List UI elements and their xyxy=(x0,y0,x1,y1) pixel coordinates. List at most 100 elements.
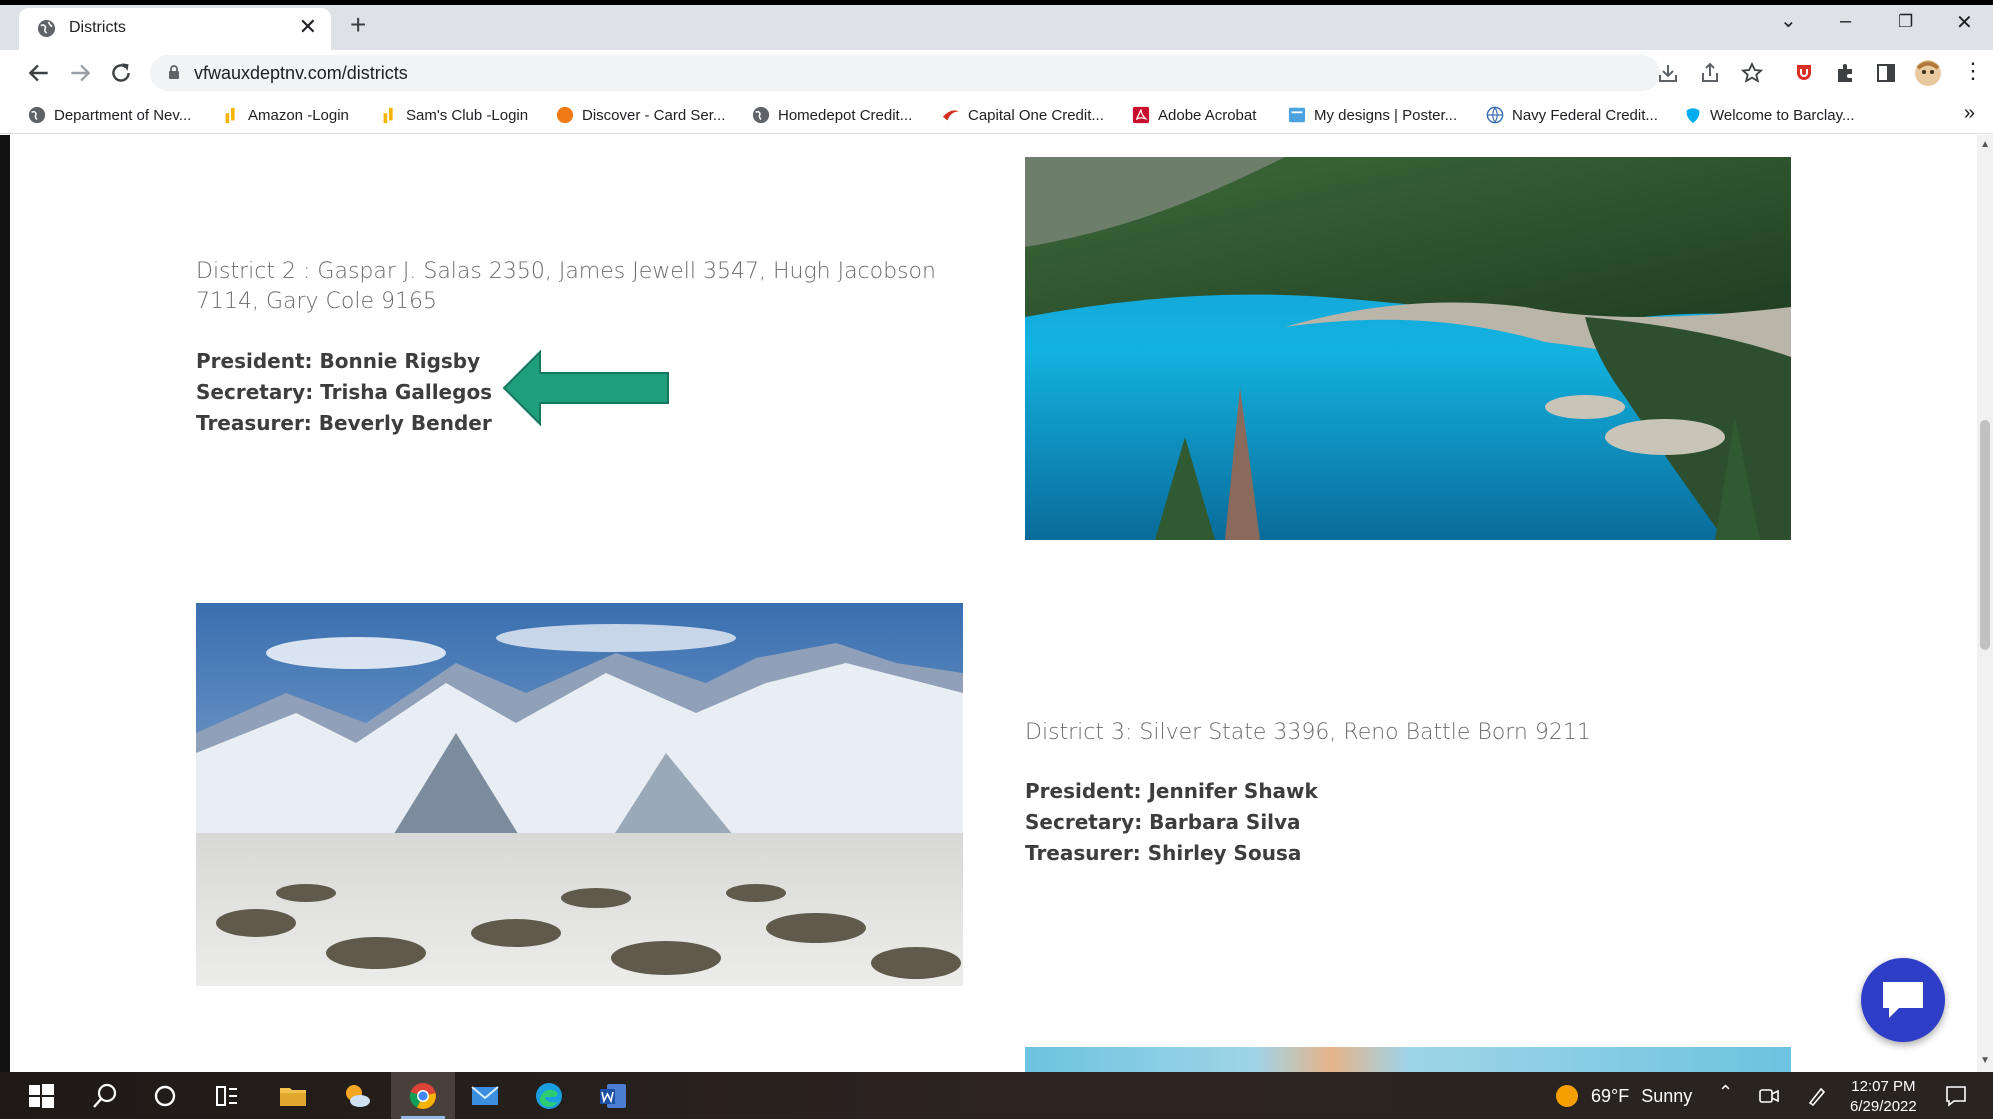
bookmark-label: Sam's Club -Login xyxy=(406,106,529,124)
install-app-icon[interactable] xyxy=(1656,61,1680,85)
district-2-officers: President: Bonnie Rigsby Secretary: Tris… xyxy=(196,346,492,439)
bookmark-capital-one[interactable]: Capital One Credit... xyxy=(942,104,1104,126)
district-2-secretary: Secretary: Trisha Gallegos xyxy=(196,380,493,404)
cortana-icon[interactable] xyxy=(150,1081,180,1111)
side-panel-icon[interactable] xyxy=(1874,61,1898,85)
tab-close-icon[interactable]: ✕ xyxy=(299,16,317,38)
bookmark-label: Adobe Acrobat xyxy=(1158,106,1257,124)
pen-icon[interactable] xyxy=(1806,1085,1828,1107)
clock-date: 6/29/2022 xyxy=(1850,1098,1917,1115)
meet-now-icon[interactable] xyxy=(1758,1085,1780,1107)
page-scrollbar[interactable]: ▲ ▼ xyxy=(1977,135,1993,1072)
samsclub-bar-icon xyxy=(383,107,393,124)
word-icon[interactable] xyxy=(598,1081,628,1111)
globe-icon xyxy=(752,106,770,124)
barclays-icon xyxy=(1686,108,1700,124)
bookmark-homedepot[interactable]: Homedepot Credit... xyxy=(752,104,912,126)
district-3-treasurer: Treasurer: Shirley Sousa xyxy=(1025,841,1302,865)
globe-icon xyxy=(37,19,56,38)
sun-icon xyxy=(1556,1085,1578,1107)
bookmark-label: My designs | Poster... xyxy=(1314,106,1458,124)
new-tab-icon[interactable]: + xyxy=(350,11,366,39)
system-clock[interactable]: 12:07 PM 6/29/2022 xyxy=(1850,1077,1917,1117)
extension-shield-icon[interactable] xyxy=(1792,61,1816,85)
edge-icon[interactable] xyxy=(534,1081,564,1111)
tab-strip: Districts ✕ + ⌄ – ❐ ✕ xyxy=(0,0,1993,50)
bookmark-star-icon[interactable] xyxy=(1740,61,1764,85)
extensions-puzzle-icon[interactable] xyxy=(1834,61,1858,85)
lock-icon[interactable] xyxy=(168,65,180,79)
bookmark-navy-federal[interactable]: Navy Federal Credit... xyxy=(1486,104,1658,126)
clock-time: 12:07 PM xyxy=(1851,1078,1916,1095)
tab-districts[interactable]: Districts ✕ xyxy=(19,8,331,50)
task-view-icon[interactable] xyxy=(212,1081,242,1111)
bookmark-barclays[interactable]: Welcome to Barclay... xyxy=(1684,104,1855,126)
minimize-icon[interactable]: – xyxy=(1840,10,1851,33)
notifications-icon[interactable] xyxy=(1944,1084,1968,1108)
chevron-up-icon[interactable]: ⌃ xyxy=(1718,1082,1733,1103)
chat-bubble-icon xyxy=(1883,982,1923,1018)
bookmark-label: Amazon -Login xyxy=(248,106,349,124)
url-text[interactable]: vfwauxdeptnv.com/districts xyxy=(194,63,408,84)
next-district-photo xyxy=(1025,1047,1791,1072)
district-2-president: President: Bonnie Rigsby xyxy=(196,349,481,373)
bookmark-label: Homedepot Credit... xyxy=(778,106,913,124)
bookmark-label: Capital One Credit... xyxy=(968,106,1104,124)
bookmarks-overflow-icon[interactable]: » xyxy=(1964,102,1975,125)
weather-desc: Sunny xyxy=(1641,1085,1693,1106)
weather-app-icon[interactable] xyxy=(342,1081,372,1111)
acrobat-icon xyxy=(1132,106,1150,124)
window-left-edge xyxy=(0,135,10,1072)
back-icon[interactable] xyxy=(26,60,52,86)
reload-icon[interactable] xyxy=(108,60,134,86)
district-3-secretary: Secretary: Barbara Silva xyxy=(1025,810,1301,834)
bookmarks-bar: Department of Nev... Amazon -Login Sam's… xyxy=(0,96,1993,134)
windows-taskbar: 69°F Sunny ⌃ 12:07 PM 6/29/2022 xyxy=(0,1072,1993,1119)
bookmark-department-of-nevada[interactable]: Department of Nev... xyxy=(28,104,191,126)
restore-icon[interactable]: ❐ xyxy=(1898,12,1913,32)
close-window-icon[interactable]: ✕ xyxy=(1956,10,1973,35)
file-explorer-icon[interactable] xyxy=(278,1081,308,1111)
bookmark-adobe-acrobat[interactable]: Adobe Acrobat xyxy=(1132,104,1256,126)
bookmark-discover[interactable]: Discover - Card Ser... xyxy=(556,104,725,126)
globe-icon xyxy=(1486,106,1504,124)
menu-kebab-icon[interactable]: ⋮ xyxy=(1962,58,1984,84)
tab-title: Districts xyxy=(69,19,126,36)
scroll-thumb[interactable] xyxy=(1980,420,1990,650)
lake-tahoe-photo xyxy=(1025,157,1791,540)
district-3-heading: District 3: Silver State 3396, Reno Batt… xyxy=(1025,720,1591,745)
profile-avatar[interactable] xyxy=(1914,59,1942,87)
snowy-mountains-photo xyxy=(196,603,963,986)
share-icon[interactable] xyxy=(1698,61,1722,85)
bookmark-my-designs[interactable]: My designs | Poster... xyxy=(1288,104,1457,126)
scroll-up-icon[interactable]: ▲ xyxy=(1980,139,1990,150)
discover-icon xyxy=(556,106,574,124)
chat-button[interactable] xyxy=(1861,958,1945,1042)
weather-temp: 69°F xyxy=(1591,1085,1630,1106)
scroll-down-icon[interactable]: ▼ xyxy=(1980,1055,1990,1066)
search-icon[interactable] xyxy=(90,1081,120,1111)
windows-start-icon[interactable] xyxy=(26,1081,56,1111)
district-2-treasurer: Treasurer: Beverly Bender xyxy=(196,411,492,435)
postermywall-icon xyxy=(1288,107,1306,123)
globe-icon xyxy=(28,106,46,124)
chrome-icon[interactable] xyxy=(408,1081,438,1111)
forward-icon[interactable] xyxy=(67,60,93,86)
page-content: District 2 : Gaspar J. Salas 2350, James… xyxy=(0,135,1993,1072)
district-2-heading: District 2 : Gaspar J. Salas 2350, James… xyxy=(196,259,936,314)
mail-icon[interactable] xyxy=(470,1081,500,1111)
weather-widget[interactable]: 69°F Sunny xyxy=(1555,1084,1692,1108)
browser-toolbar: vfwauxdeptnv.com/districts ⋮ xyxy=(0,50,1993,96)
bookmark-label: Welcome to Barclay... xyxy=(1710,106,1855,124)
screen: Districts ✕ + ⌄ – ❐ ✕ vfwauxdeptnv.com/d… xyxy=(0,0,1993,1119)
bookmark-sams-club[interactable]: Sam's Club -Login xyxy=(380,104,528,126)
bookmark-label: Department of Nev... xyxy=(54,106,192,124)
tab-search-icon[interactable]: ⌄ xyxy=(1780,8,1797,33)
window-top-border xyxy=(0,0,1993,5)
address-bar[interactable]: vfwauxdeptnv.com/districts xyxy=(150,55,1660,91)
district-3-officers: President: Jennifer Shawk Secretary: Bar… xyxy=(1025,776,1318,869)
arrow-left-icon xyxy=(502,350,669,426)
bookmark-amazon[interactable]: Amazon -Login xyxy=(222,104,349,126)
district-3-president: President: Jennifer Shawk xyxy=(1025,779,1318,803)
bookmark-label: Navy Federal Credit... xyxy=(1512,106,1658,124)
